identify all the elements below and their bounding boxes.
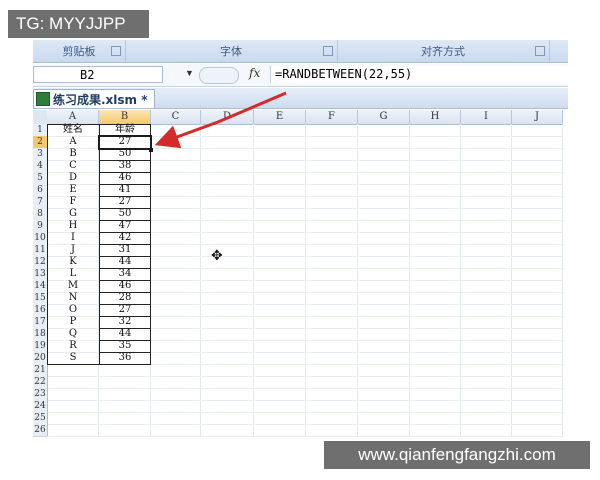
watermark: www.qianfengfangzhi.com xyxy=(324,441,590,469)
tg-label: TG: MYYJJPP xyxy=(8,10,149,38)
red-arrow-icon xyxy=(154,91,287,149)
annotation-arrow xyxy=(154,91,287,149)
